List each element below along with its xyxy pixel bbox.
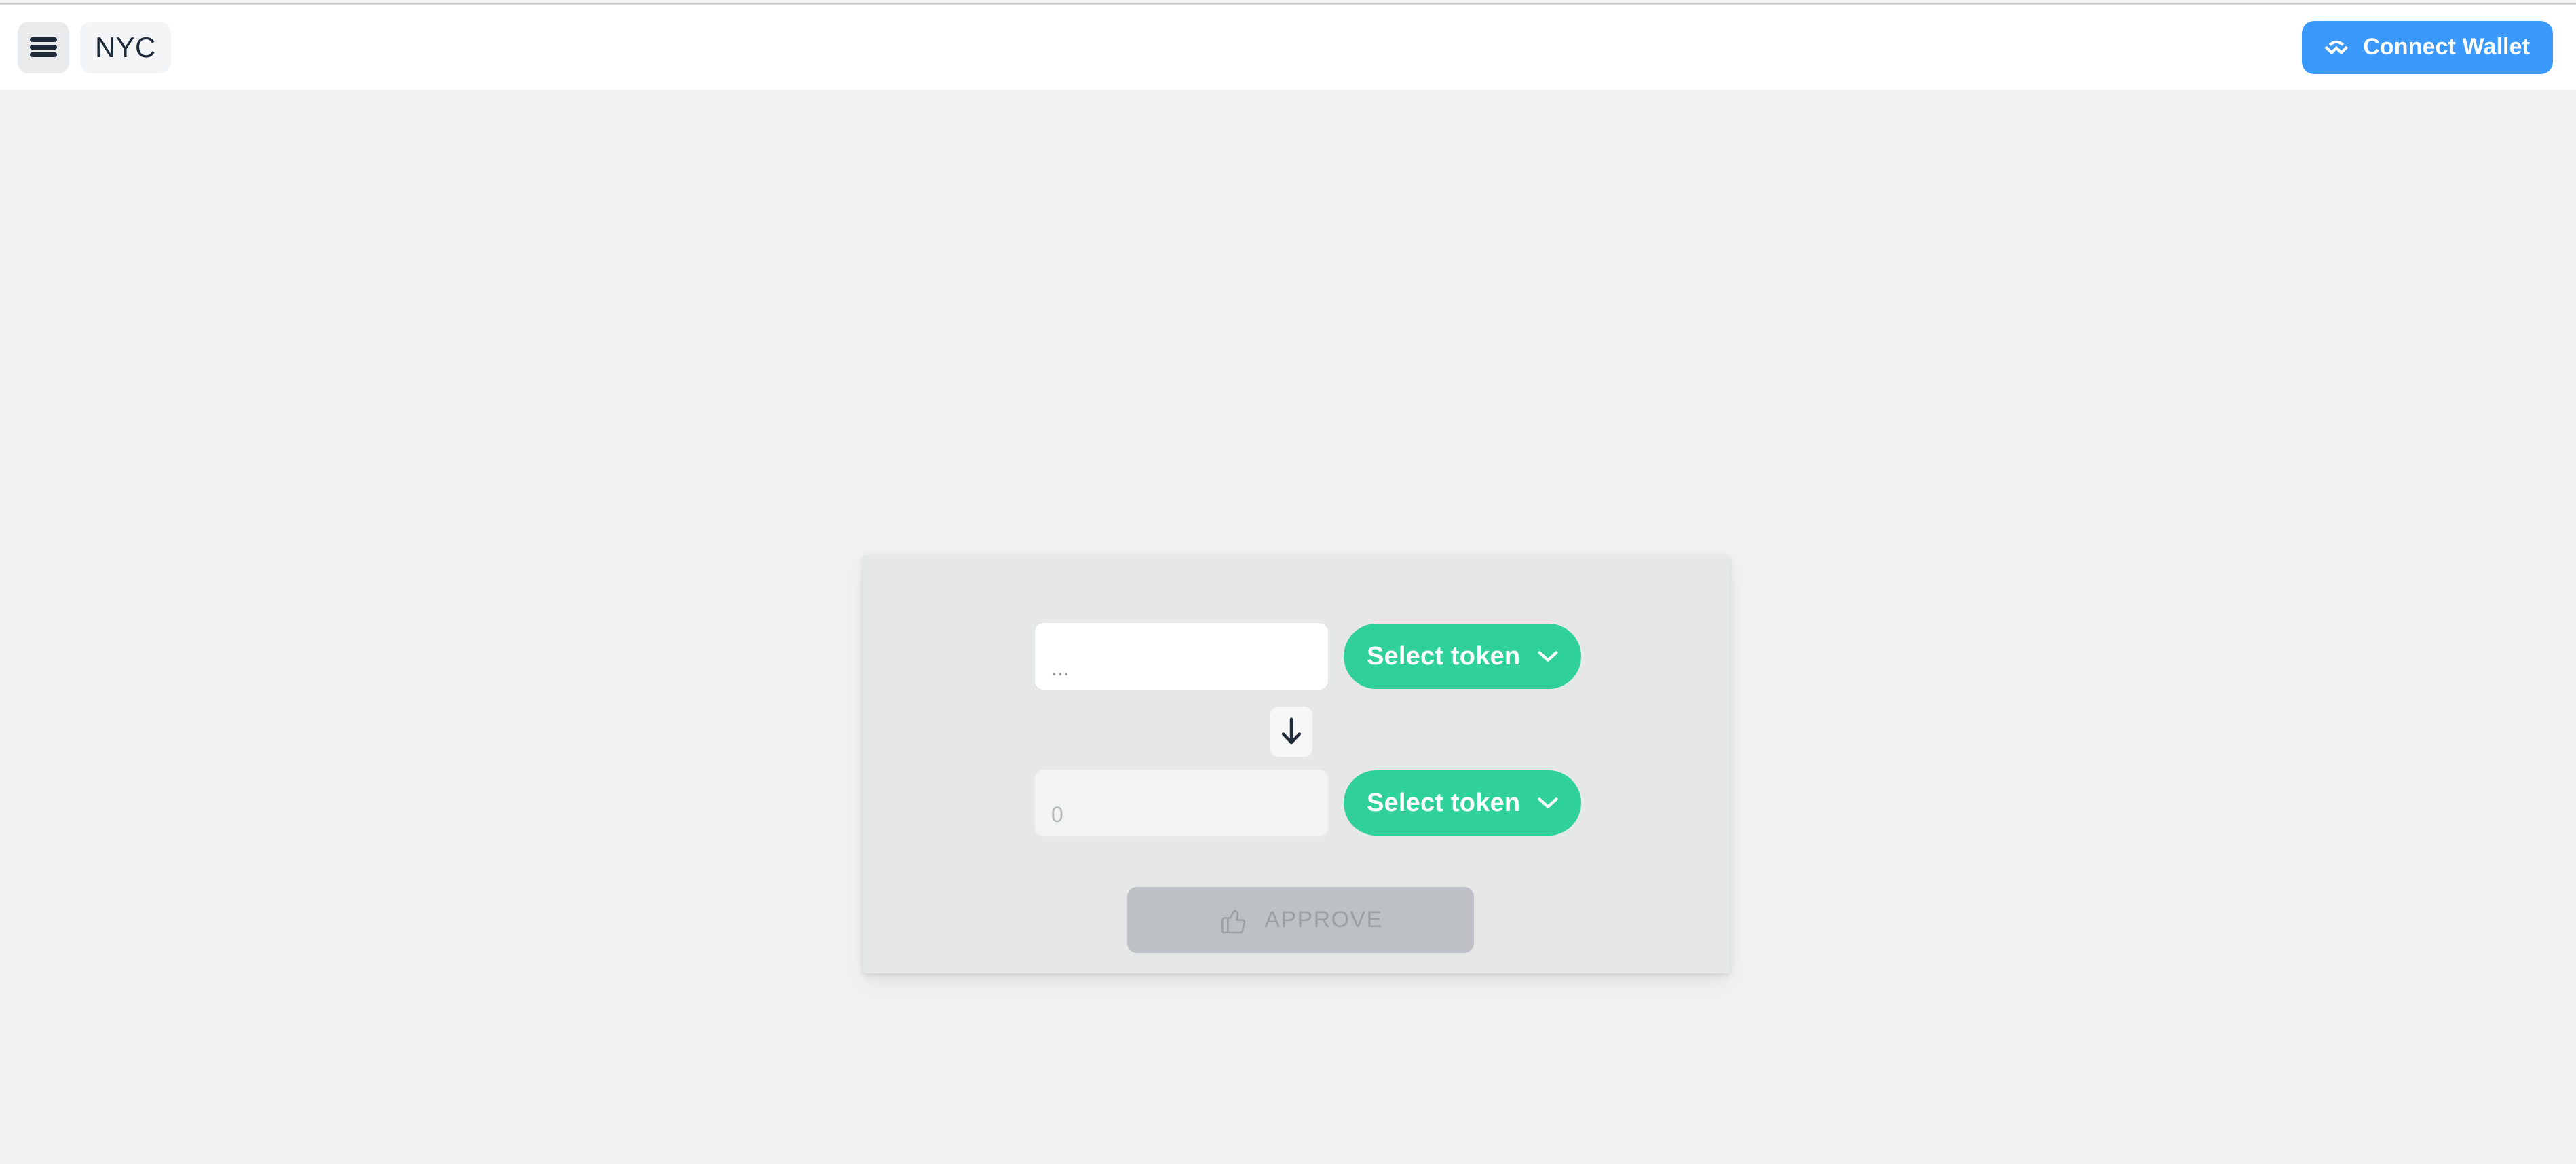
buy-token-select-button[interactable]: Select token [1344, 770, 1582, 836]
buy-amount-input[interactable] [1034, 769, 1329, 837]
thumbs-up-icon [1221, 909, 1246, 933]
hamburger-icon [30, 37, 57, 57]
brand-button[interactable]: NYC [80, 21, 171, 73]
main-content: Select token Select token [0, 90, 2576, 1164]
sell-token-select-label: Select token [1367, 641, 1521, 671]
swap-card: Select token Select token [863, 555, 1730, 973]
connect-wallet-label: Connect Wallet [2363, 34, 2530, 60]
swap-output-row: Select token [1034, 769, 1582, 837]
app-root: NYC Connect Wallet Select token [0, 5, 2576, 1164]
swap-input-row: Select token [1034, 622, 1582, 690]
buy-token-select-label: Select token [1367, 788, 1521, 817]
sell-amount-input[interactable] [1034, 622, 1329, 690]
connect-wallet-button[interactable]: Connect Wallet [2302, 20, 2553, 74]
swap-direction-button[interactable] [1270, 707, 1312, 757]
chevron-down-icon [1538, 651, 1558, 662]
top-app-bar: NYC Connect Wallet [0, 5, 2576, 90]
chevron-down-icon [1538, 797, 1558, 808]
arrow-down-icon [1281, 717, 1302, 745]
approve-label: APPROVE [1264, 907, 1383, 933]
sell-token-select-button[interactable]: Select token [1344, 624, 1582, 689]
menu-button[interactable] [18, 21, 69, 73]
approve-button[interactable]: APPROVE [1127, 887, 1474, 953]
app-bar-left-group: NYC [18, 21, 171, 73]
walletconnect-icon [2325, 40, 2349, 54]
